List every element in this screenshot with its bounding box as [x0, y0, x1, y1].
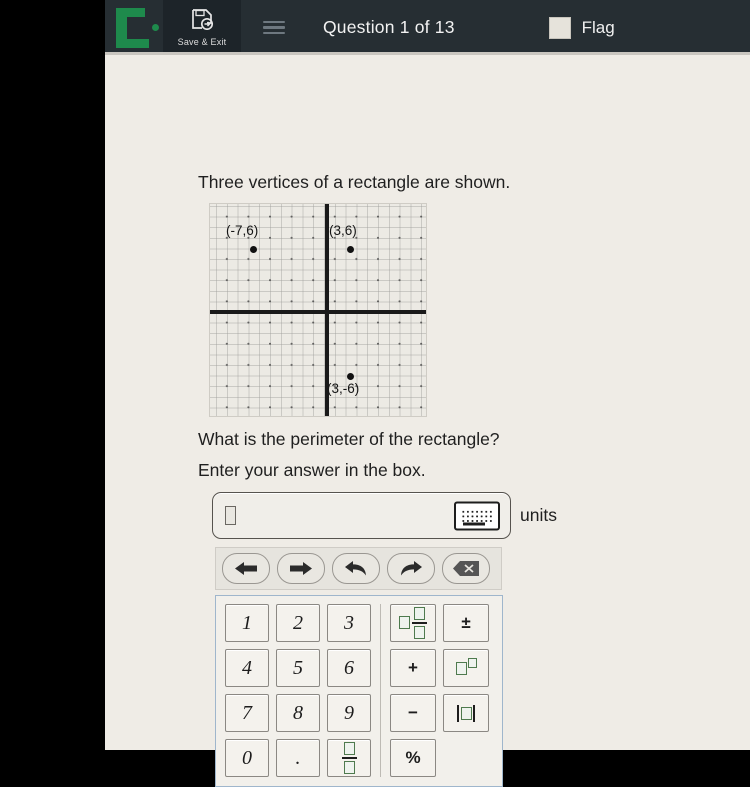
exponent-icon	[455, 657, 477, 675]
redo-arrow-icon	[399, 560, 423, 577]
delete-button[interactable]	[442, 553, 490, 584]
move-right-button[interactable]	[277, 553, 325, 584]
exponent-key[interactable]	[443, 649, 489, 687]
minus-key[interactable]: −	[390, 694, 436, 732]
save-and-exit-button[interactable]: Save & Exit	[163, 0, 241, 55]
coordinate-graph: (-7,6) (3,6) (3,-6)	[209, 203, 427, 417]
arrow-left-icon	[234, 561, 258, 576]
data-point-label: (3,-6)	[327, 381, 360, 396]
flag-label: Flag	[581, 17, 615, 37]
key-0[interactable]: 0	[225, 739, 269, 777]
keypad-operators: ± + − %	[390, 604, 489, 777]
key-decimal[interactable]: .	[276, 739, 320, 777]
units-label: units	[520, 505, 557, 525]
answer-row: units	[212, 492, 557, 539]
undo-button[interactable]	[332, 553, 380, 584]
mixed-number-key[interactable]	[390, 604, 436, 642]
question-counter: Question 1 of 13	[323, 17, 455, 37]
key-2[interactable]: 2	[276, 604, 320, 642]
key-4[interactable]: 4	[225, 649, 269, 687]
question-ask: What is the perimeter of the rectangle?	[198, 429, 500, 449]
flag-checkbox[interactable]	[548, 16, 571, 39]
screenshot-root: Save & Exit Question 1 of 13 Flag Three …	[0, 0, 750, 787]
key-3[interactable]: 3	[327, 604, 371, 642]
plus-key[interactable]: +	[390, 649, 436, 687]
key-6[interactable]: 6	[327, 649, 371, 687]
hamburger-menu-icon[interactable]	[263, 20, 285, 35]
answer-input[interactable]	[212, 492, 511, 539]
keypad-grid: 1 2 3 4 5 6 7 8 9 0 . ± + − %	[215, 595, 503, 787]
plus-minus-key[interactable]: ±	[443, 604, 489, 642]
keypad-empty-slot	[443, 739, 489, 775]
keypad-digits: 1 2 3 4 5 6 7 8 9 0 .	[225, 604, 371, 777]
save-exit-label: Save & Exit	[177, 37, 227, 47]
key-8[interactable]: 8	[276, 694, 320, 732]
data-point-label: (-7,6)	[226, 223, 259, 238]
question-prompt: Three vertices of a rectangle are shown.	[198, 172, 511, 192]
mixed-number-icon	[399, 607, 427, 639]
redo-button[interactable]	[387, 553, 435, 584]
data-point	[347, 373, 354, 380]
save-floppy-icon	[191, 8, 214, 35]
absolute-value-icon	[457, 704, 475, 722]
e-logo[interactable]	[103, 0, 163, 55]
keypad-divider	[380, 604, 381, 777]
answer-caret	[225, 506, 236, 525]
key-9[interactable]: 9	[327, 694, 371, 732]
data-point	[347, 246, 354, 253]
x-axis	[210, 310, 426, 314]
arrow-right-icon	[289, 561, 313, 576]
absolute-value-key[interactable]	[443, 694, 489, 732]
data-point-label: (3,6)	[329, 223, 357, 238]
key-5[interactable]: 5	[276, 649, 320, 687]
undo-arrow-icon	[344, 560, 368, 577]
data-point	[250, 246, 257, 253]
math-keypad: 1 2 3 4 5 6 7 8 9 0 . ± + − %	[215, 547, 503, 787]
app-header: Save & Exit Question 1 of 13 Flag	[105, 0, 750, 55]
e-logo-mark	[116, 7, 159, 48]
question-instruction: Enter your answer in the box.	[198, 460, 426, 480]
fraction-icon	[341, 742, 357, 774]
key-1[interactable]: 1	[225, 604, 269, 642]
fraction-key[interactable]	[327, 739, 371, 777]
question-content: Three vertices of a rectangle are shown.…	[105, 55, 750, 787]
app-window: Save & Exit Question 1 of 13 Flag Three …	[105, 0, 750, 787]
percent-key[interactable]: %	[390, 739, 436, 777]
keypad-toolbar	[215, 547, 502, 590]
flag-toggle[interactable]: Flag	[548, 16, 615, 39]
key-7[interactable]: 7	[225, 694, 269, 732]
move-left-button[interactable]	[222, 553, 270, 584]
backspace-x-icon	[452, 560, 480, 577]
logo-dot-icon	[152, 23, 159, 31]
keyboard-icon[interactable]	[454, 501, 500, 530]
